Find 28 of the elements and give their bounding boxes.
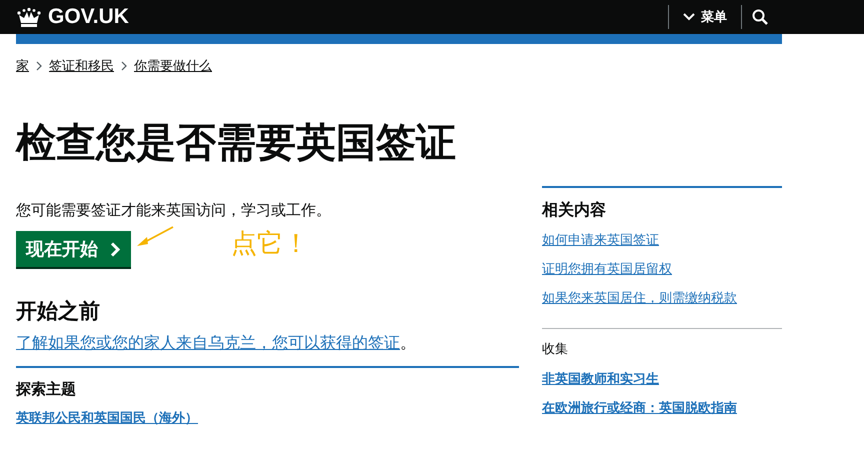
- related-link[interactable]: 如果您来英国居住，则需缴纳税款: [542, 289, 782, 307]
- explore-heading: 探索主题: [16, 380, 77, 399]
- punctuation: 。: [400, 335, 416, 352]
- collections-heading: 收集: [542, 340, 569, 358]
- search-icon: [752, 9, 768, 25]
- topic-link[interactable]: 英联邦公民和英国国民（海外）: [16, 409, 519, 427]
- collection-link[interactable]: 非英国教师和实习生: [542, 370, 782, 388]
- page-title: 检查您是否需要英国签证: [16, 120, 457, 167]
- related-link[interactable]: 证明您拥有英国居留权: [542, 260, 782, 278]
- gov-uk-logo[interactable]: GOV.UK: [48, 5, 129, 29]
- related-heading: 相关内容: [542, 200, 607, 221]
- chevron-right-icon: [36, 61, 42, 71]
- menu-button[interactable]: 菜单: [668, 5, 741, 29]
- breadcrumb-link[interactable]: 家: [16, 57, 29, 75]
- chevron-right-icon: [110, 242, 121, 256]
- related-link[interactable]: 如何申请来英国签证: [542, 231, 782, 249]
- crown-icon: [16, 7, 42, 27]
- chevron-down-icon: [683, 13, 695, 21]
- chevron-right-icon: [121, 61, 127, 71]
- annotation-arrow: [135, 225, 175, 247]
- breadcrumb-link[interactable]: 你需要做什么: [134, 57, 212, 75]
- section-heading: 开始之前: [16, 298, 101, 325]
- collection-link[interactable]: 在欧洲旅行或经商：英国脱欧指南: [542, 399, 782, 417]
- annotation-text: 点它！: [231, 226, 309, 260]
- intro-text: 您可能需要签证才能来英国访问，学习或工作。: [16, 201, 332, 220]
- breadcrumb-link[interactable]: 签证和移民: [49, 57, 114, 75]
- ukraine-visa-link[interactable]: 了解如果您或您的家人来自乌克兰，您可以获得的签证: [16, 335, 400, 352]
- start-button[interactable]: 现在开始: [16, 231, 131, 267]
